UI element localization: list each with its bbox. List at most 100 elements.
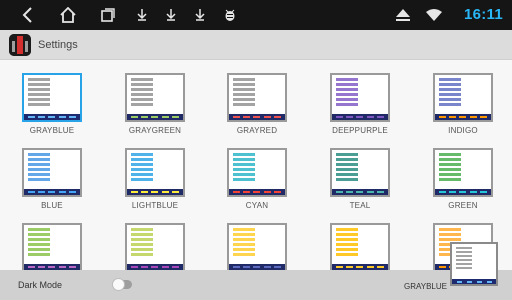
- preview-line: [336, 228, 358, 231]
- preview-footer-marker: [27, 116, 35, 118]
- preview-line: [233, 243, 255, 246]
- theme-thumbnail: [22, 148, 82, 197]
- preview-footer-marker: [151, 266, 159, 268]
- dark-mode-toggle[interactable]: [112, 278, 132, 291]
- preview-footer-marker: [449, 116, 457, 118]
- preview-footer-bar: [435, 114, 491, 120]
- preview-footer-bar: [24, 114, 80, 120]
- preview-line: [336, 253, 358, 256]
- theme-label: BLUE: [41, 201, 63, 210]
- theme-tile[interactable]: [209, 212, 301, 270]
- preview-footer-marker: [141, 116, 149, 118]
- preview-footer-marker: [243, 266, 251, 268]
- recent-apps-icon[interactable]: [98, 5, 118, 25]
- preview-line: [131, 98, 153, 101]
- clock: 16:11: [463, 6, 503, 23]
- preview-footer-marker: [58, 266, 66, 268]
- theme-thumbnail: [433, 148, 493, 197]
- preview-footer-marker: [232, 191, 240, 193]
- theme-tile[interactable]: CYAN: [209, 137, 301, 210]
- preview-line: [28, 93, 50, 96]
- preview-line: [439, 168, 461, 171]
- preview-line: [336, 98, 358, 101]
- preview-footer-marker: [48, 266, 56, 268]
- preview-footer-marker: [459, 116, 467, 118]
- preview-line: [439, 228, 461, 231]
- preview-line: [456, 263, 472, 265]
- android-debug-icon: [223, 5, 237, 25]
- preview-line: [233, 178, 255, 181]
- preview-footer-marker: [377, 191, 385, 193]
- preview-footer-marker: [366, 191, 374, 193]
- preview-footer-marker: [69, 116, 77, 118]
- bottom-bar: Dark Mode GRAYBLUE: [0, 270, 512, 300]
- preview-footer-marker: [161, 116, 169, 118]
- theme-tile[interactable]: TEAL: [312, 137, 404, 210]
- preview-footer-marker: [151, 191, 159, 193]
- theme-tile[interactable]: GRAYGREEN: [107, 62, 199, 135]
- preview-line: [336, 248, 358, 251]
- preview-line: [131, 78, 153, 81]
- preview-line: [233, 88, 255, 91]
- theme-thumbnail: [227, 148, 287, 197]
- preview-line: [233, 253, 255, 256]
- theme-tile[interactable]: GREEN: [415, 137, 507, 210]
- theme-tile[interactable]: GRAYRED: [209, 62, 301, 135]
- preview-line: [233, 168, 255, 171]
- eject-icon[interactable]: [394, 5, 412, 25]
- theme-thumbnail: [22, 73, 82, 122]
- preview-line: [28, 83, 50, 86]
- preview-footer-marker: [27, 191, 35, 193]
- theme-label: INDIGO: [448, 126, 478, 135]
- theme-tile[interactable]: [312, 212, 404, 270]
- theme-tile[interactable]: BLUE: [4, 137, 96, 210]
- preview-line: [131, 93, 153, 96]
- theme-tile[interactable]: [4, 212, 96, 270]
- preview-footer-marker: [449, 191, 457, 193]
- preview-line: [456, 267, 472, 269]
- preview-line: [28, 228, 50, 231]
- preview-line: [131, 153, 153, 156]
- preview-line: [439, 158, 461, 161]
- theme-label: LIGHTBLUE: [131, 201, 179, 210]
- preview-line: [439, 88, 461, 91]
- preview-footer-marker: [48, 116, 56, 118]
- preview-line: [28, 173, 50, 176]
- back-icon[interactable]: [18, 5, 38, 25]
- preview-line: [336, 243, 358, 246]
- preview-line: [28, 103, 50, 106]
- preview-line: [336, 168, 358, 171]
- preview-footer-marker: [232, 266, 240, 268]
- preview-footer-marker: [377, 116, 385, 118]
- preview-line: [28, 158, 50, 161]
- preview-line: [336, 178, 358, 181]
- preview-footer-marker: [469, 191, 477, 193]
- theme-tile[interactable]: [107, 212, 199, 270]
- preview-line: [336, 78, 358, 81]
- preview-line: [28, 238, 50, 241]
- preview-line: [131, 178, 153, 181]
- preview-footer-marker: [480, 191, 488, 193]
- preview-line: [336, 173, 358, 176]
- theme-tile[interactable]: LIGHTBLUE: [107, 137, 199, 210]
- preview-line: [131, 243, 153, 246]
- preview-line: [233, 158, 255, 161]
- theme-thumbnail: [330, 148, 390, 197]
- theme-thumbnail: [227, 73, 287, 122]
- preview-footer-marker: [130, 266, 138, 268]
- preview-line: [336, 153, 358, 156]
- home-icon[interactable]: [57, 5, 79, 25]
- preview-footer-bar: [229, 114, 285, 120]
- preview-line: [131, 238, 153, 241]
- preview-footer-marker: [274, 116, 282, 118]
- theme-tile[interactable]: GRAYBLUE: [4, 62, 96, 135]
- preview-line: [28, 153, 50, 156]
- dark-mode-label: Dark Mode: [18, 280, 63, 290]
- theme-tile[interactable]: DEEPPURPLE: [312, 62, 404, 135]
- preview-footer-marker: [335, 116, 343, 118]
- preview-footer-bar: [127, 114, 183, 120]
- preview-line: [233, 163, 255, 166]
- current-theme-label: GRAYBLUE: [404, 282, 447, 291]
- preview-footer-marker: [438, 191, 446, 193]
- theme-tile[interactable]: INDIGO: [415, 62, 507, 135]
